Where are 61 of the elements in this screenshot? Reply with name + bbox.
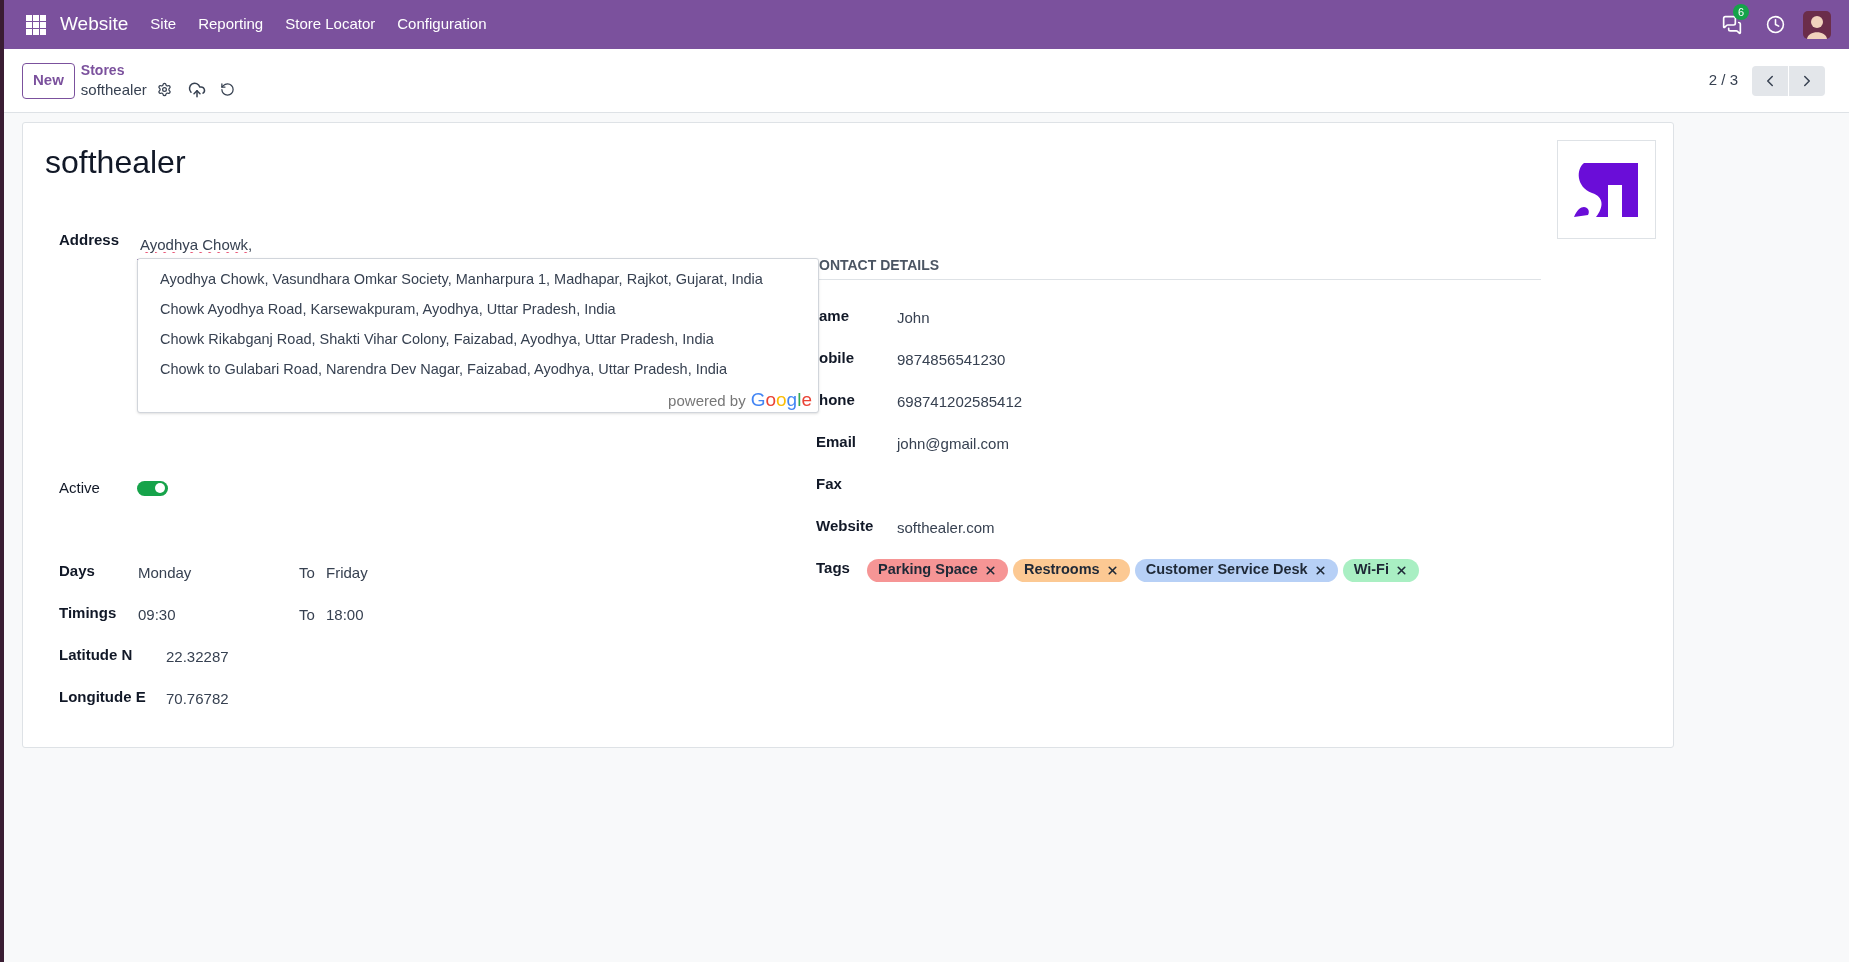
field-label: To — [299, 562, 316, 583]
breadcrumb-link[interactable]: Stores — [80, 60, 235, 79]
chat-icon[interactable] — [1722, 14, 1742, 35]
menu-item[interactable]: Site — [150, 13, 177, 36]
field-value: Friday — [326, 562, 368, 583]
section-heading: ONTACT DETAILS — [818, 257, 940, 273]
field-value: softhealer.com — [897, 517, 995, 538]
pager-value: 2 / 3 — [1708, 70, 1738, 91]
field-value: 698741202585412 — [897, 391, 1023, 412]
address-suggestion[interactable]: Chowk Ayodhya Road, Karsewakpuram, Ayodhya, Uttar Pradesh, India — [138, 294, 818, 324]
field-label: obile — [818, 349, 854, 366]
clock-icon[interactable] — [1766, 15, 1785, 34]
field-value: 09:30 — [138, 604, 177, 625]
settings-icon[interactable] — [156, 82, 172, 97]
menu-item[interactable]: Configuration — [397, 13, 487, 36]
field-value: 9874856541230 — [897, 349, 1006, 370]
save-cloud-icon[interactable] — [187, 80, 206, 99]
address-suggestion[interactable]: Ayodhya Chowk, Vasundhara Omkar Society, Manharpura 1, Madhapar, Rajkot, Gujarat, India — [138, 264, 818, 294]
remove-tag-icon[interactable] — [1395, 563, 1408, 577]
menu-item[interactable]: Reporting — [198, 13, 264, 36]
address-suggestion[interactable]: Chowk Rikabganj Road, Shakti Vihar Colony, Faizabad, Ayodhya, Uttar Pradesh, India — [138, 324, 818, 354]
google-logo: Google — [750, 388, 812, 412]
record-title: softhealer — [45, 143, 187, 182]
field-value: john@gmail.com — [897, 433, 1009, 454]
remove-tag-icon[interactable] — [1313, 563, 1327, 577]
field-label: ame — [818, 307, 850, 324]
new-button[interactable]: New — [22, 62, 75, 99]
remove-tag-icon[interactable] — [1105, 563, 1119, 577]
field-label: Fax — [816, 475, 842, 492]
field-label: Timings — [59, 602, 118, 623]
user-avatar[interactable] — [1803, 10, 1831, 39]
field-label: Email — [816, 433, 857, 450]
field-label: Tags — [816, 557, 851, 578]
field-label: hone — [818, 391, 855, 408]
field-label: Website — [816, 517, 874, 534]
menu-item[interactable]: Store Locator — [285, 13, 376, 36]
field-value: 70.76782 — [166, 688, 229, 709]
field-label: Days — [59, 560, 96, 581]
field-label: Address — [59, 230, 121, 250]
field-label: Latitude N — [59, 644, 134, 665]
tag-chip: Restrooms — [1012, 558, 1130, 582]
message-count-badge: 6 — [1733, 3, 1750, 20]
address-suggestion[interactable]: Chowk to Gulabari Road, Narendra Dev Nagar, Faizabad, Ayodhya, Uttar Pradesh, India — [138, 354, 818, 384]
field-label: To — [299, 604, 316, 625]
field-value: 18:00 — [326, 604, 364, 625]
field-value: 22.32287 — [166, 646, 229, 667]
logo-icon — [1573, 160, 1640, 219]
discard-icon[interactable] — [219, 82, 235, 97]
field-label: Longitude E — [59, 686, 147, 707]
field-label: Active — [59, 477, 101, 498]
field-value: Monday — [138, 562, 193, 583]
apps-grid-icon[interactable] — [26, 14, 46, 35]
active-toggle[interactable] — [137, 480, 168, 496]
remove-tag-icon[interactable] — [983, 563, 997, 577]
app-name[interactable]: Website — [60, 10, 129, 39]
record-name: softhealer — [80, 79, 147, 100]
powered-by-text: powered by — [668, 391, 746, 411]
tag-chip: Parking Space — [867, 558, 1008, 582]
tag-chip: Wi-Fi — [1342, 558, 1419, 582]
field-value: John — [897, 307, 930, 328]
tag-chip: Customer Service Desk — [1134, 558, 1338, 582]
